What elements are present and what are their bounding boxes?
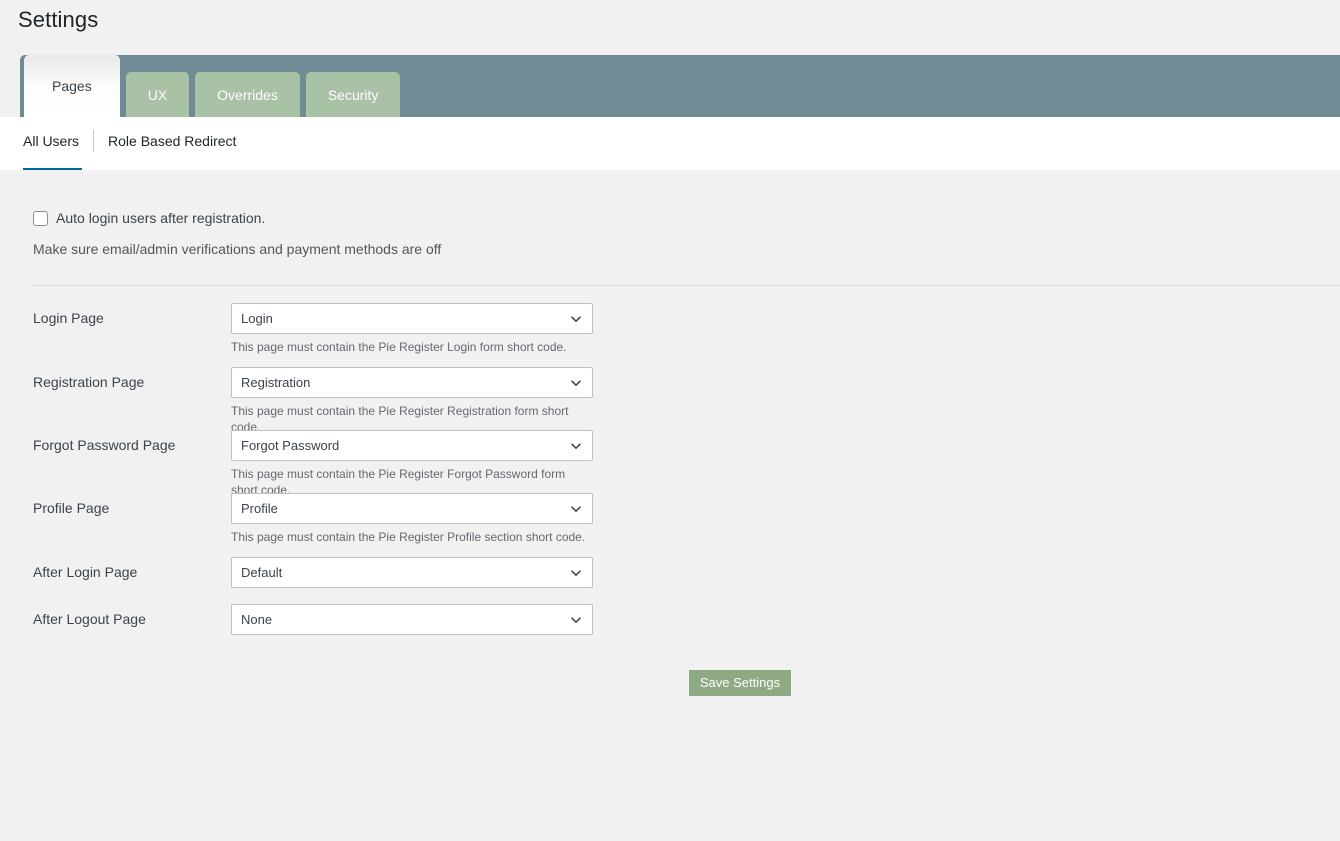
sub-navigation-list: All Users Role Based Redirect	[23, 117, 250, 165]
label-login-page: Login Page	[33, 310, 104, 326]
tab-security[interactable]: Security	[305, 72, 401, 117]
select-login-page[interactable]: Login	[231, 303, 593, 334]
field-after-logout-page: None	[231, 604, 593, 635]
select-after-login-page[interactable]: Default	[231, 557, 593, 588]
auto-login-checkbox-label: Auto login users after registration.	[56, 210, 266, 226]
hint-profile-page: This page must contain the Pie Register …	[231, 530, 586, 544]
form-row-after-login-page: After Login Page Default	[0, 557, 1340, 604]
save-settings-button[interactable]: Save Settings	[689, 670, 791, 696]
field-registration-page: Registration This page must contain the …	[231, 367, 593, 435]
select-after-login-page-value: Default	[241, 565, 283, 580]
tab-overrides-label: Overrides	[217, 86, 278, 103]
pages-settings-form: Login Page Login This page must contain …	[0, 303, 1340, 651]
form-row-after-logout-page: After Logout Page None	[0, 604, 1340, 651]
tab-pages-label: Pages	[52, 78, 92, 94]
label-after-logout-page: After Logout Page	[33, 611, 146, 627]
field-forgot-password-page: Forgot Password This page must contain t…	[231, 430, 593, 498]
label-forgot-password-page: Forgot Password Page	[33, 437, 176, 453]
select-profile-page[interactable]: Profile	[231, 493, 593, 524]
chevron-down-icon	[571, 569, 581, 576]
form-row-profile-page: Profile Page Profile This page must cont…	[0, 493, 1340, 557]
select-after-logout-page-value: None	[241, 612, 273, 627]
auto-login-checkbox[interactable]	[33, 210, 48, 226]
tab-ux[interactable]: UX	[125, 72, 190, 117]
settings-content: Auto login users after registration. Mak…	[0, 170, 1340, 841]
label-after-login-page: After Login Page	[33, 564, 138, 580]
section-divider	[33, 285, 1340, 286]
select-profile-page-value: Profile	[241, 501, 278, 516]
form-row-login-page: Login Page Login This page must contain …	[0, 303, 1340, 367]
field-profile-page: Profile This page must contain the Pie R…	[231, 493, 593, 545]
page-title: Settings	[18, 7, 99, 32]
form-row-registration-page: Registration Page Registration This page…	[0, 367, 1340, 434]
chevron-down-icon	[571, 616, 581, 623]
chevron-down-icon	[571, 379, 581, 386]
field-after-login-page: Default	[231, 557, 593, 588]
select-forgot-password-page-value: Forgot Password	[241, 438, 340, 453]
auto-login-hint: Make sure email/admin verifications and …	[33, 241, 442, 257]
sub-navigation: All Users Role Based Redirect	[0, 117, 1340, 171]
tab-overrides[interactable]: Overrides	[195, 72, 300, 117]
select-login-page-value: Login	[241, 311, 273, 326]
form-row-forgot-password-page: Forgot Password Page Forgot Password Thi…	[0, 430, 1340, 497]
tab-pages[interactable]: Pages	[24, 55, 120, 117]
chevron-down-icon	[571, 315, 581, 322]
hint-login-page: This page must contain the Pie Register …	[231, 340, 567, 354]
field-login-page: Login This page must contain the Pie Reg…	[231, 303, 593, 355]
select-registration-page[interactable]: Registration	[231, 367, 593, 398]
subnav-separator	[93, 130, 95, 152]
label-profile-page: Profile Page	[33, 500, 110, 516]
auto-login-checkbox-row[interactable]: Auto login users after registration.	[33, 209, 441, 227]
select-registration-page-value: Registration	[241, 375, 311, 390]
tab-ux-label: UX	[147, 86, 168, 103]
subnav-item-role-based-redirect[interactable]: Role Based Redirect	[108, 131, 250, 151]
auto-login-block: Auto login users after registration. Mak…	[33, 209, 441, 258]
select-forgot-password-page[interactable]: Forgot Password	[231, 430, 593, 461]
chevron-down-icon	[571, 505, 581, 512]
chevron-down-icon	[571, 442, 581, 449]
label-registration-page: Registration Page	[33, 374, 145, 390]
tab-security-label: Security	[327, 86, 379, 103]
primary-tab-bar: Pages UX Overrides Security	[20, 55, 1340, 117]
primary-tab-list: Pages UX Overrides Security	[24, 55, 401, 117]
subnav-item-all-users[interactable]: All Users	[23, 131, 93, 151]
select-after-logout-page[interactable]: None	[231, 604, 593, 635]
